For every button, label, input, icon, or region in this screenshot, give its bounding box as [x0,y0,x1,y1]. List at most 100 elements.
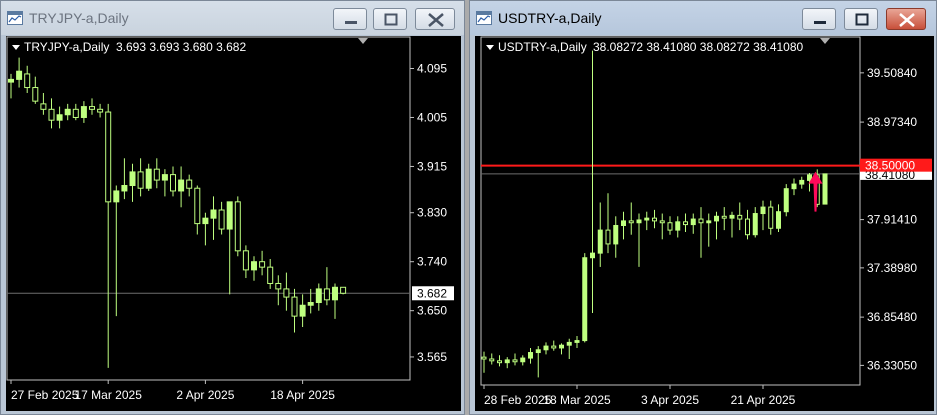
x-tick-label: 18 Apr 2025 [270,388,335,402]
y-tick-label: 37.91410 [867,213,917,227]
close-button[interactable] [415,8,455,30]
candle-body [628,220,634,224]
candle-body [202,217,209,225]
candle-body [512,359,518,363]
candle-body [535,349,541,354]
y-tick-label: 3.565 [417,350,447,364]
candle-body [226,201,233,230]
collapse-triangle-icon[interactable] [12,45,20,50]
candle-body [644,217,650,221]
candle-body [340,286,347,294]
candle-body [32,87,39,102]
candle-body [267,266,274,284]
y-tick-label: 36.85480 [867,310,917,324]
candle-body [799,179,805,185]
candle-body [121,185,128,192]
x-tick-label: 18 Mar 2025 [543,393,611,407]
candlestick-chart[interactable]: TRYJPY-a,Daily 3.693 3.693 3.680 3.682 4.0… [6,36,461,411]
usdtry-chart[interactable]: USDTRY-a,Daily 38.08272 38.41080 38.08272… [475,36,934,411]
tryjpy-chart-window[interactable]: TRYJPY-a,Daily TRYJPY-a,Daily 3.693 3.693… [0,0,465,415]
candle-body [89,106,95,110]
tryjpy-chart[interactable]: TRYJPY-a,Daily 3.693 3.693 3.680 3.682 4.0… [6,36,461,411]
candle-body [218,209,225,230]
maximize-icon [384,13,398,26]
candle-body [48,108,55,121]
chart-ohlc-values: 38.08272 38.41080 38.08272 38.41080 [593,40,804,54]
maximize-button[interactable] [844,8,878,30]
y-tick-label: 3.830 [417,206,447,220]
candle-body [489,358,495,362]
candle-body [752,213,758,236]
candle-body [64,108,71,116]
close-icon [899,13,915,27]
candle-body [129,171,136,187]
x-tick-label: 2 Apr 2025 [176,388,234,402]
y-tick-label: 3.650 [417,304,447,318]
candle-body [597,229,603,254]
candle-body [113,190,120,203]
candle-body [56,114,63,121]
candle-body [714,215,719,222]
candle-body [520,357,526,363]
collapse-triangle-icon[interactable] [486,45,494,50]
candle-body [613,225,619,245]
candle-body [745,218,750,236]
candle-body [706,220,712,224]
candle-body [683,221,688,226]
usdtry-chart-window[interactable]: USDTRY-a,Daily USDTRY-a,Daily 38.08272 38… [469,0,937,415]
maximize-button[interactable] [373,8,407,30]
y-tick-label: 4.095 [417,61,447,75]
candle-body [543,345,549,351]
candle-body [242,250,249,271]
x-tick-label: 21 Apr 2025 [731,393,796,407]
candle-body [582,257,588,342]
candle-body [72,108,79,118]
candle-body [161,174,168,181]
candle-body [105,111,112,203]
candle-body [698,218,704,224]
y-tick-label: 3.740 [417,255,447,269]
plot-frame [480,36,861,386]
candle-body [323,288,330,301]
candle-body [760,206,766,215]
chart-shift-marker[interactable] [358,38,368,44]
candle-body [186,179,193,189]
chart-symbol-label: TRYJPY-a,Daily [24,40,109,54]
candle-body [307,302,314,306]
candle-body [170,174,176,192]
candle-body [566,341,572,346]
candle-body [791,183,797,190]
candle-body [194,187,201,225]
candle-body [768,206,774,229]
candle-body [137,171,144,189]
level-price-label: 38.50000 [865,159,915,173]
candle-body [551,345,557,349]
title-bar[interactable]: USDTRY-a,Daily [470,1,936,35]
chart-shift-marker[interactable] [820,38,830,44]
title-bar[interactable]: TRYJPY-a,Daily [1,1,464,35]
candle-body [621,220,626,227]
candle-body [667,222,673,231]
candle-body [528,352,533,359]
candlestick-chart[interactable]: USDTRY-a,Daily 38.08272 38.41080 38.08272… [475,36,934,411]
candle-body [652,217,657,222]
x-tick-label: 28 Feb 2025 [484,393,552,407]
candle-body [291,296,298,317]
chart-ohlc-values: 3.693 3.693 3.680 3.682 [116,40,246,54]
candle-body [259,261,266,268]
candle-body [559,344,564,349]
candle-body [299,304,306,317]
candle-body [737,214,743,220]
candle-body [40,103,47,110]
maximize-icon [855,13,869,26]
minimize-button[interactable] [802,8,836,30]
y-tick-label: 38.97340 [867,115,917,129]
y-tick-label: 36.33050 [867,358,917,372]
chart-window-icon [7,11,23,25]
minimize-icon [345,21,357,24]
close-button[interactable] [886,8,926,30]
candle-body [590,252,595,259]
minimize-button[interactable] [333,8,367,30]
candle-body [729,214,735,219]
plot-frame [6,36,411,381]
